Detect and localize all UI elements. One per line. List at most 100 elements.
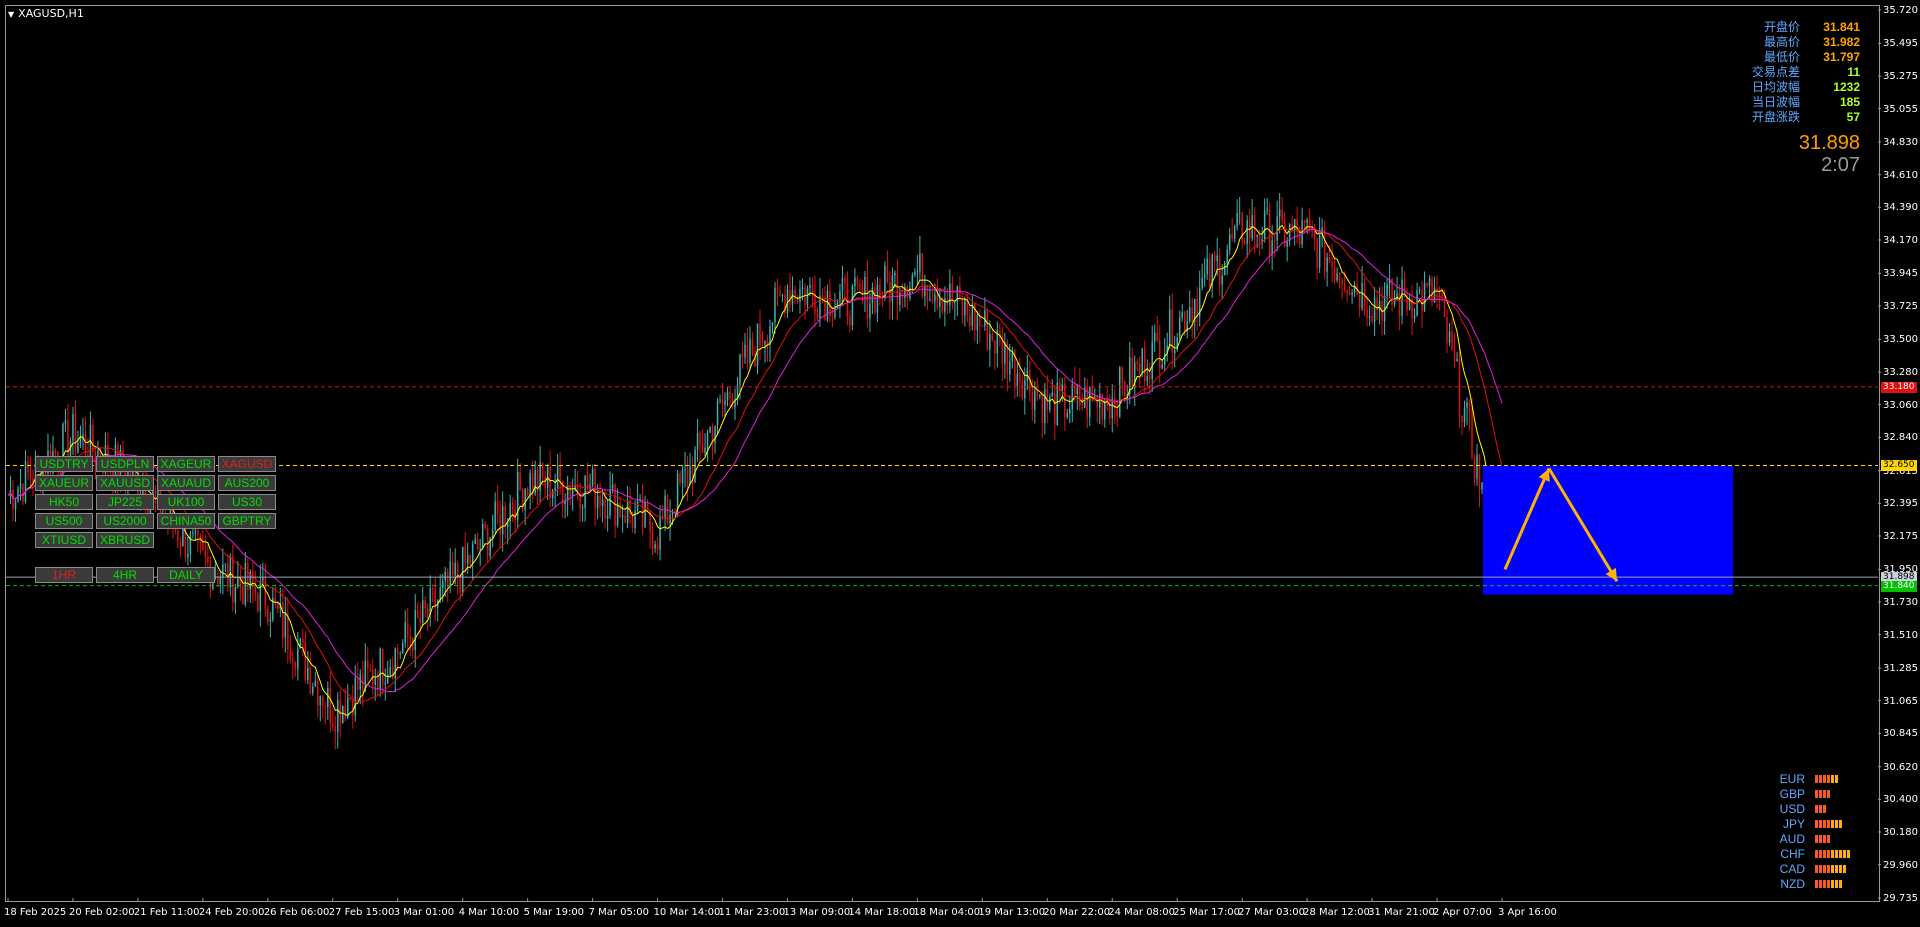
candle-body [292,659,294,662]
candle-body [1446,316,1448,344]
strength-bar [1827,774,1830,783]
price-axis-label: 35.720 [1883,5,1918,16]
price-axis-label: 34.830 [1883,137,1918,149]
candle-body [1016,373,1019,386]
candle-body [664,495,666,519]
price-axis-label: 31.510 [1883,629,1918,641]
currency-label: AUD [1779,831,1805,846]
symbol-button-xauaud[interactable]: XAUAUD [157,475,215,491]
candle-body [1328,257,1331,262]
time-axis-label: 3 Mar 01:00 [393,907,455,918]
candle-body [1313,231,1316,239]
symbol-button-us30[interactable]: US30 [218,494,276,510]
candle-body [604,499,606,519]
symbol-button-usdtry[interactable]: USDTRY [35,456,93,472]
strength-bar [1843,849,1846,858]
candle-body [1131,357,1133,389]
symbol-button-xbrusd[interactable]: XBRUSD [96,532,154,548]
symbol-button-us2000[interactable]: US2000 [96,513,154,529]
candle-body [224,563,227,565]
info-value: 57 [1846,110,1860,124]
candle-body [969,314,971,327]
strength-bar [1823,849,1826,858]
time-axis-label: 11 Mar 23:00 [718,907,786,918]
candle-body [994,340,996,354]
candle-body [696,432,699,450]
candle-body [332,723,334,727]
currency-strength-row: EUR [1765,771,1850,786]
candle-body [327,687,329,708]
candle-body [1461,415,1463,423]
candle-body [357,677,359,690]
candle-body [1453,349,1456,362]
price-chart[interactable] [0,0,1920,927]
candle-body [569,485,571,498]
candle-body [1431,278,1433,303]
candle-body [1168,309,1171,346]
candle-body [679,473,681,483]
strength-bar [1815,804,1818,813]
candle-body [219,576,222,585]
symbol-button-xagusd[interactable]: XAGUSD [218,456,276,472]
candle-body [1231,234,1233,240]
candle-body [441,580,444,588]
strength-bar [1835,849,1838,858]
candle-body [1303,220,1306,224]
symbol-button-xauusd[interactable]: XAUUSD [96,475,154,491]
price-axis-label: 31.065 [1883,695,1918,707]
info-row: 日均波幅 1232 [1752,80,1860,95]
candle-body [771,322,774,327]
candle-body [491,529,494,538]
symbol-button-uk100[interactable]: UK100 [157,494,215,510]
candle-body [874,287,876,313]
candle-body [244,562,247,605]
symbol-button-hk50[interactable]: HK50 [35,494,93,510]
candle-body [721,399,724,405]
candle-body [27,461,29,473]
candle-body [504,506,506,527]
symbol-button-aus200[interactable]: AUS200 [218,475,276,491]
candle-body [484,523,486,529]
strength-bar [1819,819,1822,828]
candle-body [381,648,384,685]
time-axis-label: 27 Mar 03:00 [1238,907,1305,918]
candle-body [799,289,801,302]
symbol-button-xaueur[interactable]: XAUEUR [35,475,93,491]
symbol-button-us500[interactable]: US500 [35,513,93,529]
strength-meter [1815,774,1838,783]
symbol-button-jp225[interactable]: JP225 [96,494,154,510]
candle-body [936,294,939,307]
candle-body [1258,235,1261,242]
symbol-button-xageur[interactable]: XAGEUR [157,456,215,472]
strength-bar [1823,804,1826,813]
strength-bar [1831,819,1834,828]
timeframe-button-4hr[interactable]: 4HR [96,567,154,583]
symbol-button-usdpln[interactable]: USDPLN [96,456,154,472]
info-value: 185 [1839,95,1860,109]
candle-body [859,283,861,287]
candle-body [989,334,991,350]
info-label: 当日波幅 [1751,95,1800,109]
symbol-button-china50[interactable]: CHINA50 [157,513,215,529]
candle-body [1208,258,1211,286]
symbol-button-xtiusd[interactable]: XTIUSD [35,532,93,548]
candle-body [689,465,691,485]
candle-body [659,516,661,550]
candle-body [811,284,814,294]
timeframe-button-1hr[interactable]: 1HR [35,567,93,583]
candle-body [1348,293,1351,295]
candle-body [1079,385,1081,407]
timeframe-button-daily[interactable]: DAILY [157,567,215,583]
candle-body [1243,240,1246,244]
candle-body [481,523,484,549]
strength-bar [1831,774,1834,783]
candle-body [789,289,791,305]
candle-body [834,307,836,318]
candle-body [954,301,956,303]
candle-body [384,682,386,685]
currency-strength-panel: EUR GBP USD JPY AUD CHF CAD NZD [1765,771,1850,891]
candle-body [1373,297,1376,322]
symbol-button-gbptry[interactable]: GBPTRY [218,513,276,529]
candle-body [949,283,951,306]
candle-body [207,556,209,563]
